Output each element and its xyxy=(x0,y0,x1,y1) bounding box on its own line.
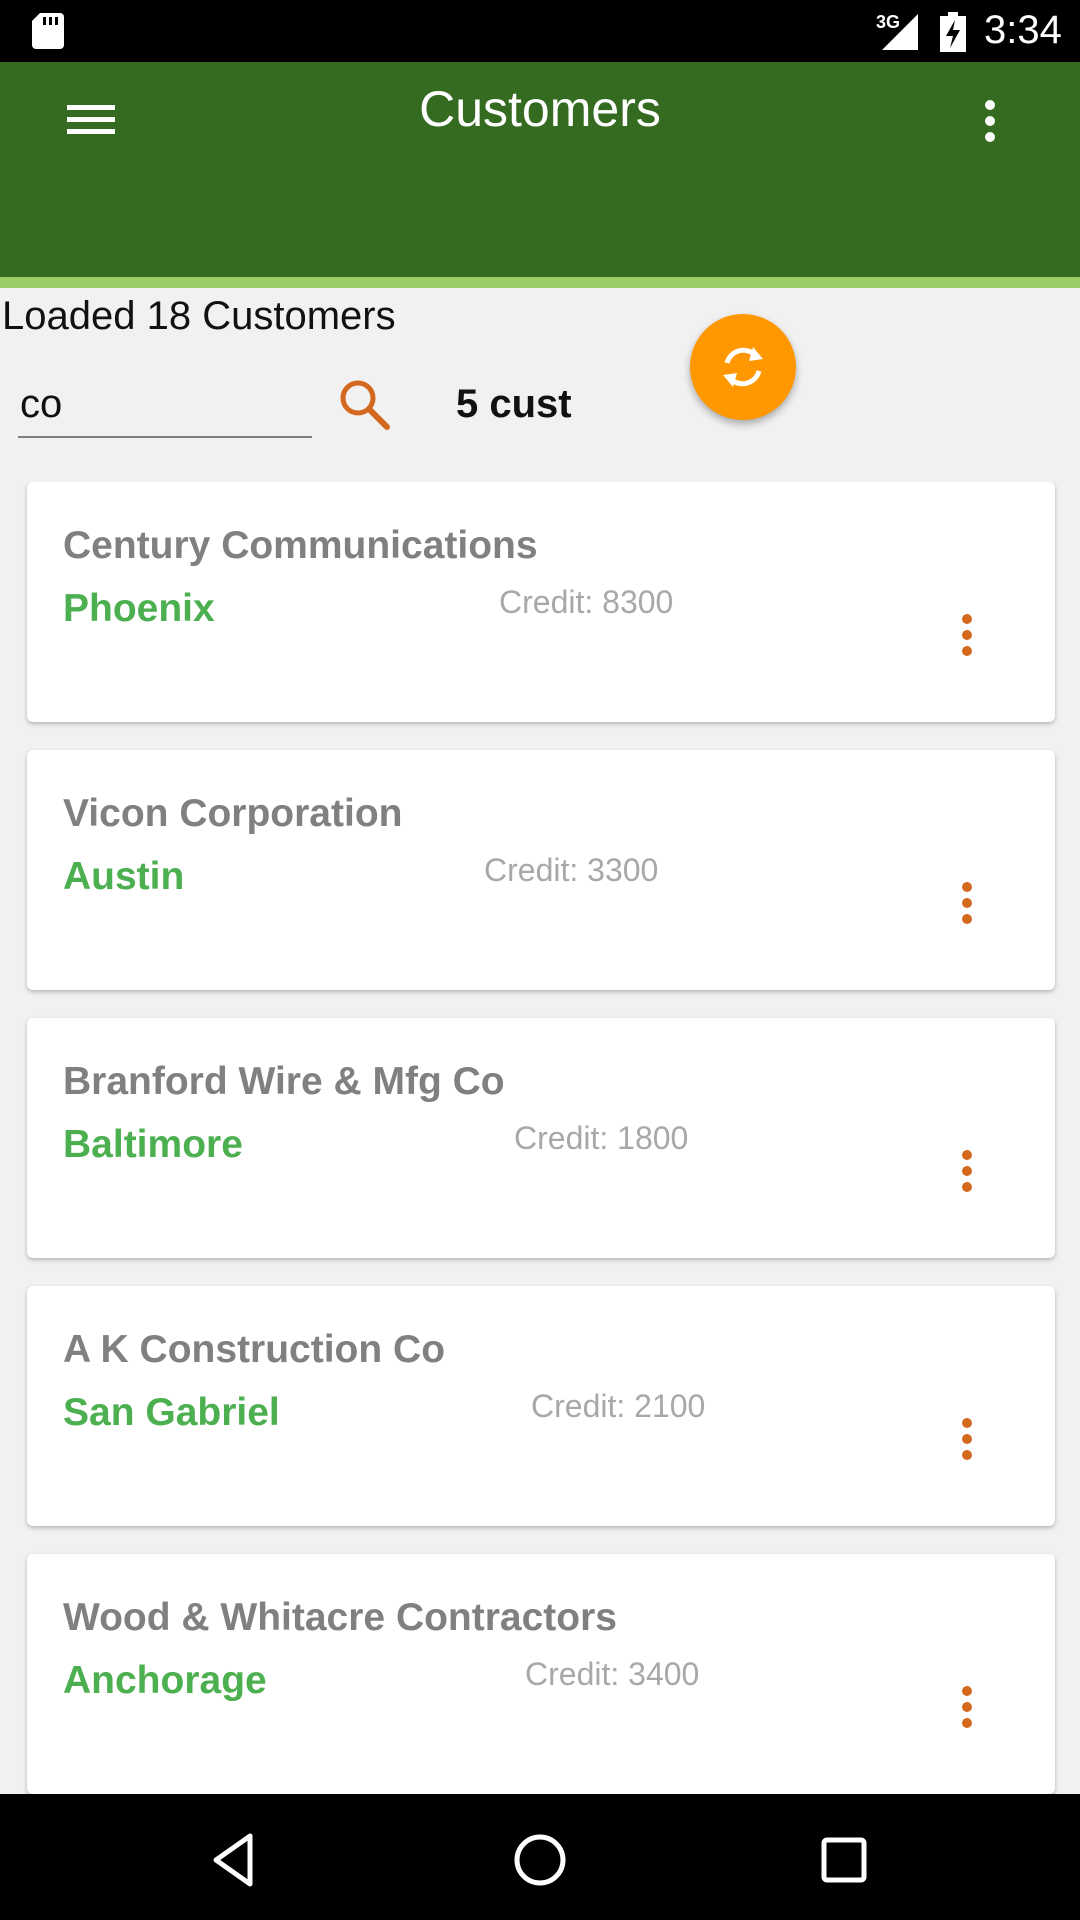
search-input[interactable] xyxy=(18,372,312,438)
accent-divider xyxy=(0,277,1080,288)
customer-name: Branford Wire & Mfg Co xyxy=(63,1060,505,1103)
customer-name: A K Construction Co xyxy=(63,1328,446,1371)
home-circle-icon[interactable] xyxy=(510,1830,570,1890)
card-more-vert-icon[interactable] xyxy=(955,1412,979,1464)
customer-city: Baltimore xyxy=(63,1123,243,1166)
customer-card[interactable]: Vicon Corporation Austin Credit: 3300 xyxy=(27,750,1055,990)
customer-name: Century Communications xyxy=(63,524,538,567)
customer-card[interactable]: Branford Wire & Mfg Co Baltimore Credit:… xyxy=(27,1018,1055,1258)
customer-city: Anchorage xyxy=(63,1659,267,1702)
customer-credit: Credit: 3400 xyxy=(525,1656,700,1692)
loaded-status-text: Loaded 18 Customers xyxy=(2,294,396,338)
back-triangle-icon[interactable] xyxy=(206,1830,266,1890)
customer-card[interactable]: Century Communications Phoenix Credit: 8… xyxy=(27,482,1055,722)
more-vert-icon[interactable] xyxy=(970,94,1010,150)
signal-icon xyxy=(882,14,918,50)
customer-name: Vicon Corporation xyxy=(63,792,403,835)
system-nav-bar xyxy=(0,1794,1080,1920)
card-more-vert-icon[interactable] xyxy=(955,876,979,928)
page-title: Customers xyxy=(419,81,661,137)
customer-credit: Credit: 2100 xyxy=(531,1388,706,1424)
card-more-vert-icon[interactable] xyxy=(955,1144,979,1196)
app-bar: Customers xyxy=(0,62,1080,288)
refresh-button[interactable] xyxy=(690,314,796,420)
status-bar: 3G 3:34 xyxy=(0,0,1080,62)
clock: 3:34 xyxy=(984,8,1062,52)
card-more-vert-icon[interactable] xyxy=(955,608,979,660)
customer-card[interactable]: A K Construction Co San Gabriel Credit: … xyxy=(27,1286,1055,1526)
customers-screen: 3G 3:34 Customers Loaded 18 Customers 5 … xyxy=(0,0,1080,1920)
battery-charging-icon xyxy=(940,12,966,52)
customer-list: Century Communications Phoenix Credit: 8… xyxy=(0,482,1080,1794)
card-more-vert-icon[interactable] xyxy=(955,1680,979,1732)
customer-card[interactable]: Wood & Whitacre Contractors Anchorage Cr… xyxy=(27,1554,1055,1794)
search-icon[interactable] xyxy=(338,378,392,432)
customer-credit: Credit: 1800 xyxy=(514,1120,689,1156)
result-count: 5 cust xyxy=(456,382,572,426)
customer-city: San Gabriel xyxy=(63,1391,280,1434)
customer-city: Phoenix xyxy=(63,587,215,630)
customer-credit: Credit: 8300 xyxy=(499,584,674,620)
sd-card-icon xyxy=(32,13,64,49)
customer-credit: Credit: 3300 xyxy=(484,852,659,888)
recents-square-icon[interactable] xyxy=(814,1830,874,1890)
refresh-icon xyxy=(723,347,763,387)
customer-name: Wood & Whitacre Contractors xyxy=(63,1596,617,1639)
customer-city: Austin xyxy=(63,855,185,898)
